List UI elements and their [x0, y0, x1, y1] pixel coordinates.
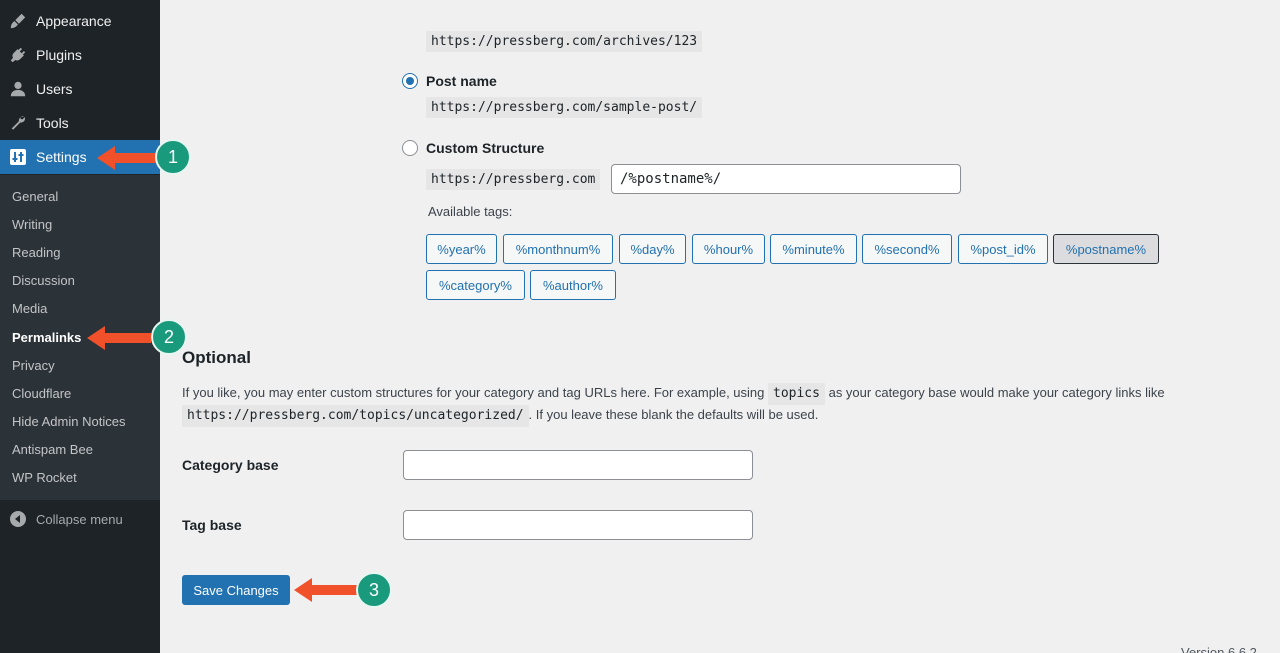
submenu-discussion[interactable]: Discussion: [12, 273, 75, 288]
post-name-label: Post name: [426, 73, 497, 89]
wrench-icon: [0, 114, 36, 132]
custom-structure-radio[interactable]: [402, 140, 418, 156]
optional-heading: Optional: [182, 348, 251, 367]
description-text: If you like, you may enter custom struct…: [182, 385, 765, 400]
menu-plugins[interactable]: Plugins: [0, 38, 160, 72]
available-tags-label: Available tags:: [428, 204, 513, 219]
annotation-badge-3: 3: [356, 572, 392, 608]
menu-label: Settings: [36, 149, 87, 165]
menu-tools[interactable]: Tools: [0, 106, 160, 140]
paintbrush-icon: [0, 12, 36, 30]
submenu-general[interactable]: General: [12, 189, 58, 204]
user-icon: [0, 80, 36, 98]
tag-day-button[interactable]: %day%: [619, 234, 686, 264]
numeric-example: https://pressberg.com/archives/123: [426, 31, 703, 52]
optional-description: If you like, you may enter custom struct…: [182, 383, 1252, 427]
submenu-media[interactable]: Media: [12, 301, 47, 316]
description-code-topics: topics: [768, 383, 825, 405]
category-base-input[interactable]: [403, 450, 753, 480]
submenu-reading[interactable]: Reading: [12, 245, 60, 260]
settings-sliders-icon: [0, 149, 36, 165]
annotation-badge-2: 2: [151, 319, 187, 355]
tag-base-input[interactable]: [403, 510, 753, 540]
collapse-icon: [0, 511, 36, 527]
description-text: as your category base would make your ca…: [828, 385, 1165, 400]
custom-structure-prefix: https://pressberg.com: [426, 169, 601, 190]
custom-structure-label: Custom Structure: [426, 140, 545, 156]
submenu-permalinks[interactable]: Permalinks: [12, 330, 81, 345]
custom-structure-input[interactable]: /%postname%/: [611, 164, 961, 194]
description-code-url: https://pressberg.com/topics/uncategoriz…: [182, 405, 529, 427]
tag-author-button[interactable]: %author%: [530, 270, 616, 300]
menu-label: Appearance: [36, 13, 112, 29]
submenu-antispam-bee[interactable]: Antispam Bee: [12, 442, 93, 457]
submenu-wp-rocket[interactable]: WP Rocket: [12, 470, 77, 485]
collapse-menu-button[interactable]: Collapse menu: [0, 506, 160, 532]
description-text: . If you leave these blank the defaults …: [528, 407, 819, 422]
annotation-arrow-2: [87, 326, 151, 350]
tag-base-label: Tag base: [182, 517, 242, 533]
tag-second-button[interactable]: %second%: [862, 234, 952, 264]
plug-icon: [0, 46, 36, 64]
annotation-arrow-1: [97, 146, 158, 170]
annotation-badge-1: 1: [155, 139, 191, 175]
menu-label: Plugins: [36, 47, 82, 63]
collapse-label: Collapse menu: [36, 511, 123, 527]
menu-label: Tools: [36, 115, 69, 131]
menu-label: Users: [36, 81, 73, 97]
submenu-writing[interactable]: Writing: [12, 217, 52, 232]
tag-post-id-button[interactable]: %post_id%: [958, 234, 1048, 264]
tag-category-button[interactable]: %category%: [426, 270, 525, 300]
submenu-hide-admin-notices[interactable]: Hide Admin Notices: [12, 414, 125, 429]
annotation-arrow-3: [294, 578, 360, 602]
tag-year-button[interactable]: %year%: [426, 234, 497, 264]
post-name-radio[interactable]: [402, 73, 418, 89]
category-base-label: Category base: [182, 457, 279, 473]
tag-postname-button[interactable]: %postname%: [1053, 234, 1159, 264]
tag-minute-button[interactable]: %minute%: [770, 234, 857, 264]
submenu-cloudflare[interactable]: Cloudflare: [12, 386, 71, 401]
tag-monthnum-button[interactable]: %monthnum%: [503, 234, 613, 264]
footer-version: Version 6.6.2: [1181, 645, 1257, 653]
submenu-privacy[interactable]: Privacy: [12, 358, 55, 373]
menu-appearance[interactable]: Appearance: [0, 4, 160, 38]
menu-users[interactable]: Users: [0, 72, 160, 106]
post-name-example: https://pressberg.com/sample-post/: [426, 97, 703, 118]
tag-hour-button[interactable]: %hour%: [692, 234, 765, 264]
custom-structure-value: /%postname%/: [620, 171, 722, 187]
save-changes-button[interactable]: Save Changes: [182, 575, 290, 605]
